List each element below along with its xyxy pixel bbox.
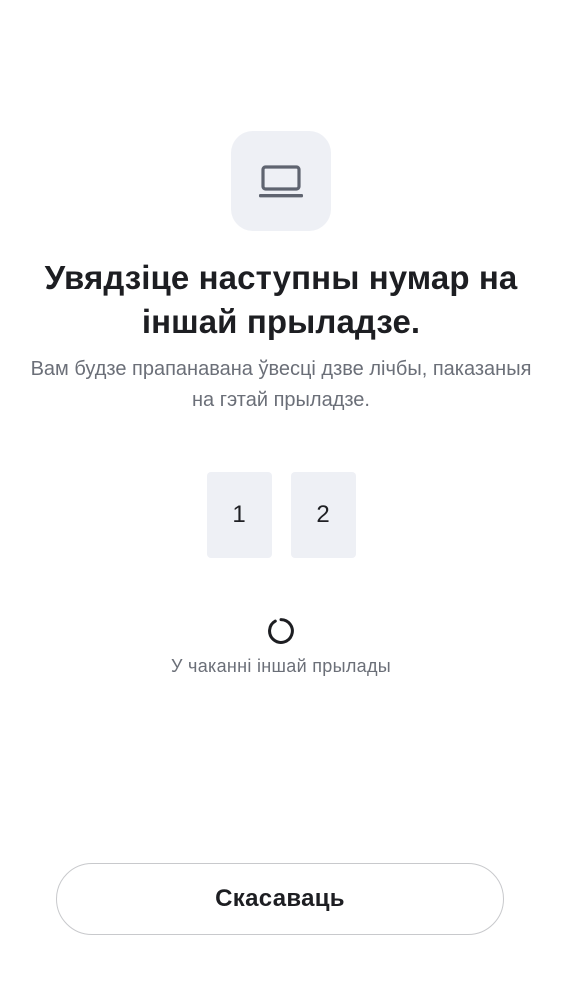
page-title: Увядзіце наступны нумар на іншай прыладз…: [44, 259, 518, 340]
page-subtitle: Вам будзе прапанавана ўвесці дзве лічбы,…: [30, 358, 532, 411]
code-digit-2: 2: [290, 472, 356, 558]
code-digit-1: 1: [206, 472, 272, 558]
laptop-icon: [259, 165, 303, 198]
loading-spinner-icon: [268, 618, 294, 644]
cancel-button[interactable]: Скасаваць: [56, 863, 504, 935]
waiting-status-text: У чаканні іншай прылады: [171, 656, 391, 676]
verification-code: 1 2: [0, 472, 562, 558]
device-icon-tile: [231, 131, 331, 231]
